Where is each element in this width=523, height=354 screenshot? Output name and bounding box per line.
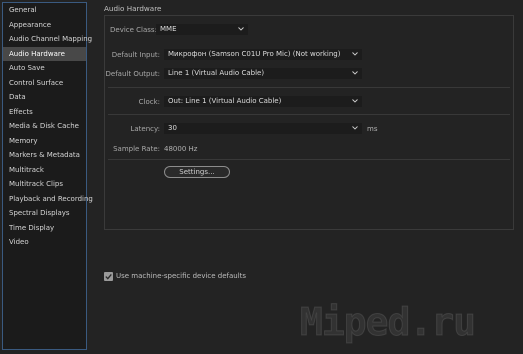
chevron-down-icon bbox=[238, 24, 244, 35]
latency-dropdown[interactable]: 30 bbox=[164, 123, 362, 134]
clock-label: Clock: bbox=[138, 98, 160, 106]
machine-defaults-label: Use machine-specific device defaults bbox=[116, 272, 247, 280]
sample-rate-value: 48000 Hz bbox=[164, 145, 198, 153]
sidebar-item-playback-recording[interactable]: Playback and Recording bbox=[3, 192, 93, 207]
watermark: Miped.ru bbox=[299, 300, 476, 345]
divider bbox=[108, 159, 510, 160]
sidebar-item-audio-channel-mapping[interactable]: Audio Channel Mapping bbox=[3, 32, 92, 47]
sidebar-item-multitrack-clips[interactable]: Multitrack Clips bbox=[3, 177, 86, 192]
sidebar-item-multitrack[interactable]: Multitrack bbox=[3, 163, 86, 178]
machine-defaults-checkbox[interactable] bbox=[104, 272, 113, 281]
sidebar-item-audio-hardware[interactable]: Audio Hardware bbox=[3, 46, 86, 61]
divider bbox=[108, 114, 510, 115]
clock-value: Out: Line 1 (Virtual Audio Cable) bbox=[168, 97, 282, 105]
sidebar-item-video[interactable]: Video bbox=[3, 235, 86, 250]
sidebar-item-control-surface[interactable]: Control Surface bbox=[3, 76, 86, 91]
section-title: Audio Hardware bbox=[104, 4, 162, 13]
sample-rate-label: Sample Rate: bbox=[113, 145, 160, 153]
device-class-value: MME bbox=[160, 25, 177, 33]
chevron-down-icon bbox=[352, 49, 358, 60]
checkmark-icon bbox=[105, 273, 112, 280]
sidebar-item-data[interactable]: Data bbox=[3, 90, 86, 105]
sidebar-item-time-display[interactable]: Time Display bbox=[3, 221, 86, 236]
device-class-label: Device Class: bbox=[110, 26, 157, 34]
default-output-label: Default Output: bbox=[105, 70, 160, 78]
clock-dropdown[interactable]: Out: Line 1 (Virtual Audio Cable) bbox=[164, 96, 362, 107]
sidebar-item-media-disk-cache[interactable]: Media & Disk Cache bbox=[3, 119, 86, 134]
default-output-dropdown[interactable]: Line 1 (Virtual Audio Cable) bbox=[164, 68, 362, 79]
sidebar-item-general[interactable]: General bbox=[3, 3, 86, 18]
chevron-down-icon bbox=[352, 68, 358, 79]
latency-label: Latency: bbox=[130, 125, 160, 133]
sidebar-item-markers-metadata[interactable]: Markers & Metadata bbox=[3, 148, 86, 163]
default-output-value: Line 1 (Virtual Audio Cable) bbox=[168, 69, 265, 77]
default-input-dropdown[interactable]: Микрофон (Samson C01U Pro Mic) (Not work… bbox=[164, 49, 362, 60]
sidebar-item-spectral-displays[interactable]: Spectral Displays bbox=[3, 206, 86, 221]
latency-unit: ms bbox=[367, 125, 378, 133]
chevron-down-icon bbox=[352, 123, 358, 134]
sidebar-item-effects[interactable]: Effects bbox=[3, 105, 86, 120]
default-input-label: Default Input: bbox=[111, 51, 160, 59]
sidebar-item-auto-save[interactable]: Auto Save bbox=[3, 61, 86, 76]
sidebar-item-appearance[interactable]: Appearance bbox=[3, 18, 86, 33]
device-class-dropdown[interactable]: MME bbox=[156, 24, 248, 35]
divider bbox=[108, 87, 510, 88]
latency-value: 30 bbox=[168, 124, 177, 132]
settings-button[interactable]: Settings... bbox=[164, 166, 230, 178]
sidebar-item-memory[interactable]: Memory bbox=[3, 134, 86, 149]
default-input-value: Микрофон (Samson C01U Pro Mic) (Not work… bbox=[168, 50, 341, 58]
chevron-down-icon bbox=[352, 96, 358, 107]
preferences-sidebar: General Appearance Audio Channel Mapping… bbox=[2, 2, 93, 350]
